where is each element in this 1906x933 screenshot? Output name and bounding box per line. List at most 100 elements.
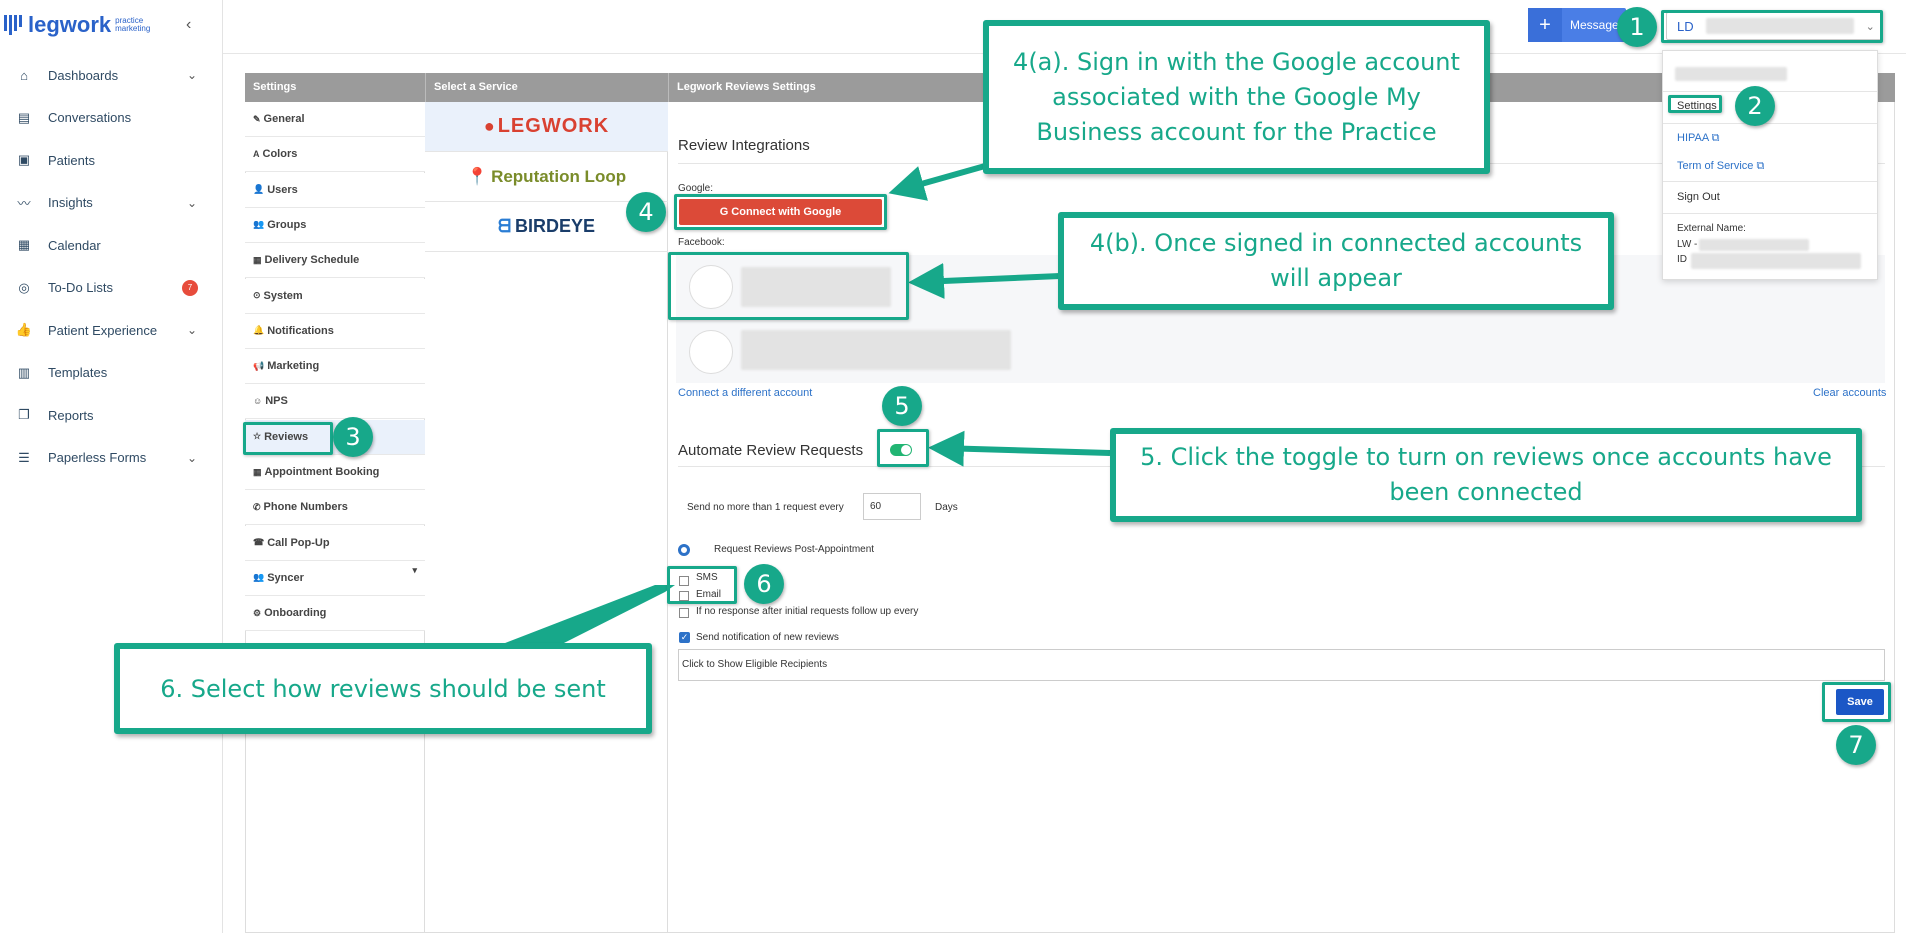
divider — [1663, 123, 1877, 124]
dropdown-terms[interactable]: Term of Service ⧉ — [1677, 160, 1764, 173]
highlight-sms-email — [667, 566, 737, 604]
settings-item-icon: ⊙ — [253, 290, 261, 300]
user-email-redacted — [1675, 67, 1787, 81]
nav-item-conversations[interactable]: ▤ Conversations — [0, 101, 223, 135]
highlight-user-menu — [1661, 10, 1883, 43]
id-value-redacted — [1691, 253, 1861, 269]
settings-item-system[interactable]: ⊙ System — [245, 278, 425, 314]
nav-item-paperless-forms[interactable]: ☰ Paperless Forms ⌄ — [0, 441, 223, 475]
logo-word: legwork — [28, 12, 112, 37]
settings-item-icon: ✎ — [253, 113, 261, 124]
todo-count-badge: 7 — [182, 279, 198, 296]
step-2-badge: 2 — [1735, 86, 1775, 126]
clear-accounts-link[interactable]: Clear accounts — [1813, 387, 1886, 399]
chevron-down-icon[interactable]: ⌄ — [187, 196, 197, 210]
templates-icon: ▥ — [17, 364, 31, 380]
dropdown-signout[interactable]: Sign Out — [1677, 191, 1720, 203]
settings-item-icon: 👤 — [253, 184, 265, 195]
notify-label: Send notification of new reviews — [696, 632, 839, 643]
settings-item-appointment-booking[interactable]: ▦ Appointment Booking — [245, 455, 425, 490]
nav-item-patient-experience[interactable]: 👍 Patient Experience ⌄ — [0, 313, 223, 347]
settings-item-icon: 👥 — [253, 572, 265, 583]
collapse-sidebar-icon[interactable]: ‹ — [186, 16, 191, 34]
nav-item-label: Patient Experience — [48, 322, 158, 338]
chevron-down-icon[interactable]: ⌄ — [187, 68, 197, 82]
nav-item-label: Insights — [48, 195, 93, 210]
settings-item-groups[interactable]: 👥 Groups — [245, 207, 425, 243]
nav-item-dashboards[interactable]: ⌂ Dashboards ⌄ — [0, 58, 223, 92]
settings-item-label: Groups — [267, 218, 307, 231]
settings-item-label: Syncer — [267, 571, 304, 584]
settings-item-label: Call Pop-Up — [267, 536, 330, 549]
settings-item-icon: 🔔 — [253, 325, 265, 336]
settings-item-label: NPS — [265, 395, 288, 408]
settings-item-delivery-schedule[interactable]: ▦ Delivery Schedule — [245, 243, 425, 279]
settings-item-label: Appointment Booking — [264, 466, 380, 478]
birdeye-logo-icon: ᗺ — [497, 216, 511, 236]
notify-checkbox[interactable]: ✓ — [679, 632, 690, 643]
chevron-down-icon[interactable]: ⌄ — [187, 451, 197, 465]
external-link-icon: ⧉ — [1711, 132, 1720, 144]
settings-item-label: System — [263, 289, 303, 302]
settings-item-icon: ▦ — [253, 466, 262, 477]
reports-icon: ❐ — [18, 407, 30, 422]
chat-icon: ▤ — [17, 109, 31, 125]
account-name-redacted[interactable] — [741, 330, 1011, 370]
sidebar: legwork practice marketing ‹ ⌂ Dashboards ⌄… — [0, 0, 223, 933]
post-appointment-radio[interactable] — [678, 544, 690, 556]
settings-item-label: Colors — [262, 148, 298, 161]
service-reputation-loop[interactable]: 📍 Reputation Loop — [425, 152, 668, 202]
settings-item-general[interactable]: ✎ General — [245, 102, 425, 137]
settings-item-users[interactable]: 👤 Users — [245, 172, 425, 208]
settings-item-icon: 📢 — [253, 360, 265, 371]
settings-item-marketing[interactable]: 📢 Marketing — [245, 349, 425, 385]
map-pin-icon: 📍 — [466, 166, 489, 186]
connect-different-account-link[interactable]: Connect a different account — [678, 387, 812, 399]
settings-item-label: Notifications — [267, 324, 334, 337]
settings-item-icon: 👥 — [253, 219, 265, 230]
new-message-button[interactable]: + Message — [1528, 8, 1626, 42]
eligible-recipients-toggle[interactable]: Click to Show Eligible Recipients — [678, 649, 1885, 681]
forms-icon: ☰ — [18, 449, 30, 465]
frequency-days-input[interactable]: 60 — [863, 493, 921, 520]
chevron-down-icon[interactable]: ⌄ — [187, 323, 197, 337]
highlight-save — [1822, 682, 1891, 722]
settings-item-phone-numbers[interactable]: ✆ Phone Numbers — [245, 490, 425, 526]
settings-item-nps[interactable]: ☺ NPS — [245, 384, 425, 420]
step-5-badge: 5 — [882, 386, 922, 426]
step-3-badge: 3 — [333, 417, 373, 457]
settings-item-call-pop-up[interactable]: ☎ Call Pop-Up — [245, 525, 425, 561]
automate-review-requests-title: Automate Review Requests — [678, 442, 864, 459]
dropdown-hipaa[interactable]: HIPAA ⧉ — [1677, 132, 1720, 145]
follow-up-checkbox[interactable] — [679, 608, 689, 618]
highlight-reviews — [243, 422, 333, 455]
highlight-connected-accounts — [668, 252, 909, 320]
settings-item-syncer[interactable]: 👥 Syncer ▾ — [245, 560, 425, 596]
nav-item-to-do-lists[interactable]: ◎ To-Do Lists 7 — [0, 271, 223, 305]
nav-item-calendar[interactable]: ▦ Calendar — [0, 228, 223, 262]
frequency-label: Send no more than 1 request every — [687, 502, 844, 513]
highlight-connect-google — [674, 194, 887, 230]
legwork-pin-icon: ● — [483, 116, 496, 136]
header-select-service: Select a Service — [425, 73, 668, 102]
patients-icon: ▣ — [17, 152, 31, 167]
nav-item-reports[interactable]: ❐ Reports — [0, 398, 223, 432]
service-legwork[interactable]: ● LEGWORK — [425, 102, 668, 152]
settings-item-notifications[interactable]: 🔔 Notifications — [245, 313, 425, 349]
thumbs-up-icon: 👍 — [15, 322, 33, 337]
nav-item-insights[interactable]: 〰 Insights ⌄ — [0, 186, 223, 220]
google-label: Google: — [678, 183, 714, 194]
nav-item-label: Reports — [48, 407, 94, 423]
highlight-toggle — [877, 429, 929, 467]
settings-item-colors[interactable]: A Colors — [245, 137, 425, 173]
nav-item-templates[interactable]: ▥ Templates — [0, 356, 223, 390]
header-settings: Settings — [245, 73, 425, 102]
legwork-logo[interactable]: legwork practice marketing — [4, 12, 150, 38]
calendar-icon: ▦ — [17, 237, 31, 252]
settings-item-icon: ✆ — [253, 501, 261, 512]
settings-item-onboarding[interactable]: ⚙ Onboarding — [245, 596, 425, 632]
caret-down-icon[interactable]: ▾ — [412, 565, 417, 576]
nav-item-patients[interactable]: ▣ Patients — [0, 143, 223, 177]
check-circle-icon: ◎ — [18, 279, 30, 295]
lw-label: LW - — [1677, 239, 1698, 250]
